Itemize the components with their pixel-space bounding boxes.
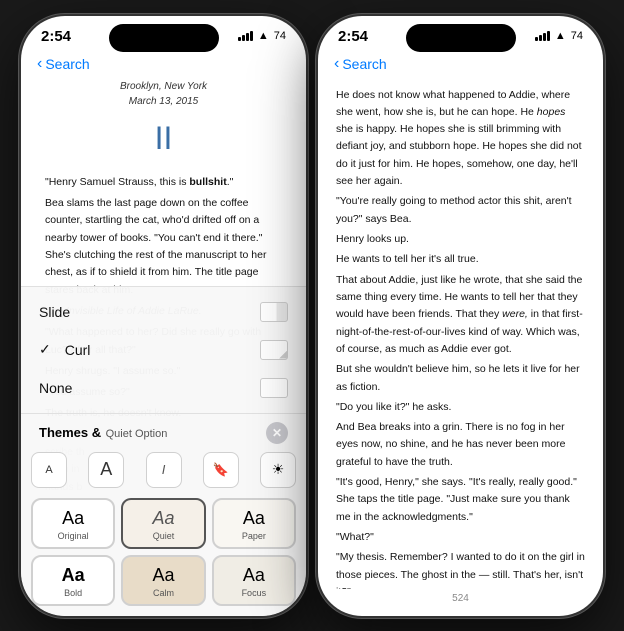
rp-2: "You're really going to method actor thi… [336,193,585,228]
theme-calm-aa: Aa [152,565,174,586]
back-arrow-icon: ‹ [37,55,42,73]
right-phone: 2:54 ▲ 74 ‹ Search He does not know what [318,16,603,616]
theme-bold[interactable]: Aa Bold [31,555,115,606]
back-button-right[interactable]: ‹ Search [334,55,387,73]
theme-paper[interactable]: Aa Paper [212,498,296,549]
none-label: None [39,380,72,396]
transition-menu: Slide ✓ Curl None [21,287,306,414]
themes-header: Themes & Quiet Option ✕ [21,414,306,448]
book-content-right: He does not know what happened to Addie,… [318,79,603,589]
theme-focus-label: Focus [242,588,267,598]
page-number: 524 [318,589,603,608]
theme-original-label: Original [58,531,89,541]
left-phone: 2:54 ▲ 74 ‹ Search Brooklyn, Ne [21,16,306,616]
brightness-button[interactable]: ☀ [260,452,296,488]
rp-3: Henry looks up. [336,231,585,248]
bottom-overlay: Slide ✓ Curl None [21,286,306,616]
back-label-left: Search [45,56,89,72]
none-menu-item[interactable]: None [21,369,306,407]
status-icons-right: ▲ 74 [535,30,583,42]
font-style-button[interactable]: I [146,452,182,488]
rp-7: "Do you like it?" he asks. [336,399,585,416]
rp-6: But she wouldn't believe him, so he lets… [336,361,585,396]
none-icon [260,378,288,398]
check-icon: ✓ [39,341,51,358]
theme-quiet-label: Quiet [153,531,175,541]
curl-label: Curl [65,342,91,358]
back-arrow-icon-right: ‹ [334,55,339,73]
rp-1: He does not know what happened to Addie,… [336,87,585,191]
dynamic-island [109,24,219,52]
themes-close-button[interactable]: ✕ [266,422,288,444]
theme-paper-label: Paper [242,531,266,541]
slide-label: Slide [39,304,70,320]
phones-container: 2:54 ▲ 74 ‹ Search Brooklyn, Ne [21,16,603,616]
slide-icon [260,302,288,322]
back-button-left[interactable]: ‹ Search [37,55,90,73]
book-location: Brooklyn, New YorkMarch 13, 2015 [45,79,282,109]
theme-quiet-aa: Aa [152,508,174,529]
theme-calm[interactable]: Aa Calm [121,555,205,606]
chapter-number: II [45,113,282,164]
status-icons-left: ▲ 74 [238,30,286,42]
rp-11: "My thesis. Remember? I wanted to do it … [336,549,585,588]
nav-bar-left[interactable]: ‹ Search [21,49,306,79]
font-large-button[interactable]: A [88,452,124,488]
wifi-icon: ▲ [258,30,269,42]
rp-8: And Bea breaks into a grin. There is no … [336,419,585,471]
rp-10: "What?" [336,529,585,546]
font-controls: A A I 🔖 ☀ [21,448,306,494]
battery-left: 74 [274,30,286,42]
themes-title: Themes & Quiet Option [39,424,167,442]
wifi-icon-right: ▲ [555,30,566,42]
time-left: 2:54 [41,28,71,45]
time-right: 2:54 [338,28,368,45]
theme-bold-aa: Aa [62,565,85,586]
font-bookmark-button[interactable]: 🔖 [203,452,239,488]
battery-right: 74 [571,30,583,42]
rp-9: "It's good, Henry," she says. "It's real… [336,474,585,526]
back-label-right: Search [342,56,386,72]
theme-focus-aa: Aa [243,565,265,586]
slide-menu-item[interactable]: Slide [21,293,306,331]
theme-original[interactable]: Aa Original [31,498,115,549]
signal-icon-right [535,31,550,41]
signal-icon [238,31,253,41]
themes-grid: Aa Original Aa Quiet Aa Paper Aa Bold Aa [21,494,306,616]
dynamic-island-right [406,24,516,52]
para-1: "Henry Samuel Strauss, this is bullshit.… [45,174,282,191]
rp-5: That about Addie, just like he wrote, th… [336,272,585,359]
curl-icon [260,340,288,360]
book-title-section: Brooklyn, New YorkMarch 13, 2015 II [45,79,282,164]
curl-menu-item[interactable]: ✓ Curl [21,331,306,369]
nav-bar-right[interactable]: ‹ Search [318,49,603,79]
theme-focus[interactable]: Aa Focus [212,555,296,606]
theme-original-aa: Aa [62,508,84,529]
theme-calm-label: Calm [153,588,174,598]
rp-4: He wants to tell her it's all true. [336,251,585,268]
theme-quiet[interactable]: Aa Quiet [121,498,205,549]
font-small-button[interactable]: A [31,452,67,488]
theme-bold-label: Bold [64,588,82,598]
theme-paper-aa: Aa [243,508,265,529]
para-2: Bea slams the last page down on the coff… [45,195,282,299]
